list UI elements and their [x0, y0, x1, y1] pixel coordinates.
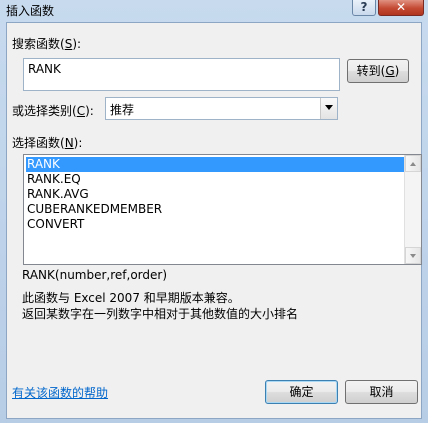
function-help-link[interactable]: 有关该函数的帮助: [12, 384, 108, 401]
function-compat-note: 此函数与 Excel 2007 和早期版本兼容。: [22, 291, 240, 305]
dialog-body: 搜索函数(S): RANK 转到(G) 或选择类别(C): 推荐 选择函数(N)…: [6, 22, 422, 419]
category-dropdown-button[interactable]: [320, 98, 337, 119]
close-icon: ✕: [395, 0, 407, 14]
scroll-up-icon[interactable]: [405, 155, 421, 172]
title-bar: 插入函数 ? ✕: [0, 0, 428, 20]
list-item[interactable]: RANK: [26, 157, 404, 172]
function-signature: RANK(number,ref,order): [22, 268, 168, 282]
list-item[interactable]: RANK.AVG: [26, 187, 404, 202]
search-input-value: RANK: [28, 62, 61, 76]
search-label: 搜索函数(S):: [12, 37, 82, 51]
category-selected-value: 推荐: [110, 103, 135, 117]
ok-button[interactable]: 确定: [265, 380, 338, 404]
scroll-down-icon[interactable]: [405, 247, 421, 264]
list-item[interactable]: CUBERANKEDMEMBER: [26, 202, 404, 217]
list-item[interactable]: CONVERT: [26, 217, 404, 232]
help-button[interactable]: ?: [352, 0, 376, 16]
cancel-button[interactable]: 取消: [345, 380, 418, 404]
function-description: 返回某数字在一列数字中相对于其他数值的大小排名: [22, 307, 299, 321]
close-button[interactable]: ✕: [378, 0, 424, 16]
functions-label: 选择函数(N):: [12, 136, 83, 150]
chevron-down-icon: [325, 105, 333, 110]
category-select[interactable]: 推荐: [105, 97, 338, 120]
insert-function-dialog: 插入函数 ? ✕ 搜索函数(S): RANK 转到(G) 或选择类别(C): 推…: [0, 0, 428, 423]
goto-button[interactable]: 转到(G): [347, 59, 409, 83]
search-input[interactable]: RANK: [23, 58, 340, 91]
window-title: 插入函数: [6, 4, 55, 18]
category-label: 或选择类别(C):: [12, 104, 94, 118]
list-item[interactable]: RANK.EQ: [26, 172, 404, 187]
question-icon: ?: [360, 0, 368, 14]
vertical-scrollbar[interactable]: [404, 155, 421, 264]
function-list[interactable]: RANK RANK.EQ RANK.AVG CUBERANKEDMEMBER C…: [23, 154, 422, 265]
